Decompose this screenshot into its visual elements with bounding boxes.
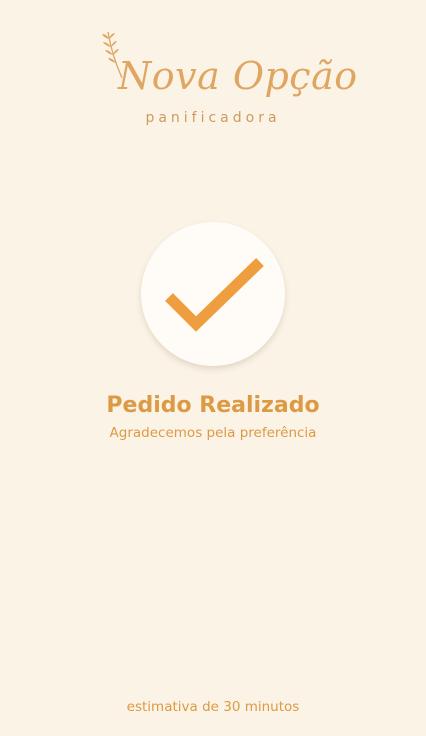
delivery-estimate: estimativa de 30 minutos [126,699,300,715]
thank-you-message: Agradecemos pela preferência [109,425,317,441]
brand-tagline: panificadora [145,110,281,126]
brand-name: Nova Opção [118,54,358,98]
brand-logo: Nova Opção panificadora [0,26,426,136]
order-status-title: Pedido Realizado [106,393,320,418]
checkmark-icon [165,258,264,332]
success-badge [141,222,285,366]
